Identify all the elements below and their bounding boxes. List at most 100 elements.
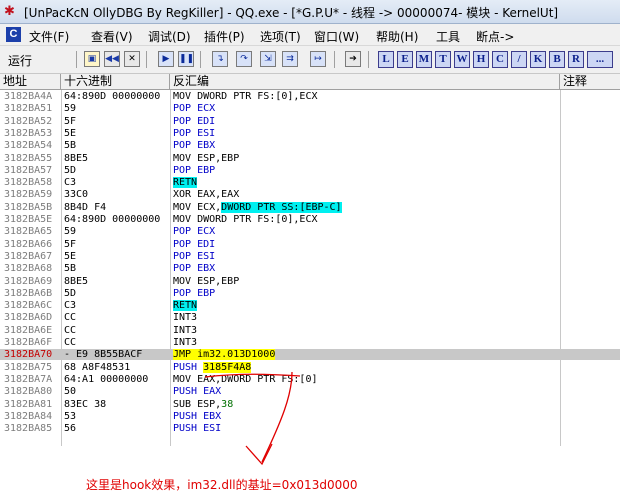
hex-cell: 68 A8F48531 xyxy=(64,361,131,373)
address-cell: 3182BA70 xyxy=(4,349,53,361)
table-row[interactable]: 3182BA68 5B POP EBX xyxy=(0,263,620,274)
menu-view[interactable]: 查看(V) xyxy=(91,28,133,45)
toolbar-separator xyxy=(146,51,147,68)
table-row[interactable]: 3182BA51 59 POP ECX xyxy=(0,103,620,114)
pause-icon[interactable]: ❚❚ xyxy=(178,51,194,67)
more-button[interactable]: ... xyxy=(587,51,613,68)
trace-over-icon[interactable]: ⇉ xyxy=(282,51,298,67)
execute-till-return-icon[interactable]: ↦ xyxy=(310,51,326,67)
table-row[interactable]: 3182BA66 5F POP EDI xyxy=(0,239,620,250)
address-cell: 3182BA53 xyxy=(4,127,53,139)
disasm-cell: POP EBX xyxy=(173,140,215,151)
table-row[interactable]: 3182BA84 53 PUSH EBX xyxy=(0,411,620,422)
menu-help[interactable]: 帮助(H) xyxy=(376,28,418,45)
memory-window-button[interactable]: M xyxy=(416,51,432,68)
address-cell: 3182BA54 xyxy=(4,140,53,152)
toolbar-separator xyxy=(368,51,369,68)
menu-debug[interactable]: 调试(D) xyxy=(148,28,191,45)
open-folder-icon[interactable]: ▣ xyxy=(84,51,100,67)
table-row[interactable]: 3182BA75 68 A8F48531 PUSH 3185F4A8 xyxy=(0,361,620,373)
table-row[interactable]: 3182BA6E CC INT3 xyxy=(0,325,620,336)
address-cell: 3182BA68 xyxy=(4,263,53,275)
table-row[interactable]: 3182BA7A 64:A1 00000000 MOV EAX,DWORD PTR … xyxy=(0,374,620,385)
hex-cell: 59 xyxy=(64,103,77,115)
handles-window-button[interactable]: H xyxy=(473,51,489,68)
hex-cell: 5F xyxy=(64,115,77,127)
hex-cell: 5E xyxy=(64,127,77,139)
table-row[interactable]: 3182BA6B 5D POP EBP xyxy=(0,288,620,299)
play-icon[interactable]: ▶ xyxy=(158,51,174,67)
table-row[interactable]: 3182BA65 59 POP ECX xyxy=(0,226,620,237)
goto-icon[interactable]: ➔ xyxy=(345,51,361,67)
disasm-segment: SUB ESP, xyxy=(173,398,222,410)
disasm-cell: RETN xyxy=(173,177,198,189)
disasm-segment: PUSH xyxy=(173,361,204,373)
table-row[interactable]: 3182BA57 5D POP EBP xyxy=(0,165,620,176)
address-cell: 3182BA4A xyxy=(4,91,53,102)
table-row[interactable]: 3182BA54 5B POP EBX xyxy=(0,140,620,151)
header-disasm[interactable]: 反汇编 xyxy=(170,74,560,89)
step-over-icon[interactable]: ↷ xyxy=(236,51,252,67)
address-cell: 3182BA81 xyxy=(4,398,53,410)
disasm-segment: MOV ECX, xyxy=(173,201,222,213)
header-address[interactable]: 地址 xyxy=(0,74,61,89)
patches-window-button[interactable]: / xyxy=(511,51,527,68)
windows-window-button[interactable]: W xyxy=(454,51,470,68)
table-row[interactable]: 3182BA67 5E POP ESI xyxy=(0,251,620,262)
table-row[interactable]: 3182BA69 8BE5 MOV ESP,EBP xyxy=(0,276,620,287)
table-row[interactable]: 3182BA58 C3 RETN xyxy=(0,177,620,189)
menu-file[interactable]: 文件(F) xyxy=(29,28,69,45)
disasm-segment: INT3 xyxy=(173,337,198,348)
disasm-segment: POP EDI xyxy=(173,115,216,127)
disasm-cell: PUSH 3185F4A8 xyxy=(173,361,252,373)
cpu-window-button[interactable]: C xyxy=(492,51,508,68)
disasm-segment: PUSH ESI xyxy=(173,423,222,435)
disasm-cell: POP EBP xyxy=(173,288,215,299)
disasm-segment: MOV DWORD PTR FS:[0],ECX xyxy=(173,214,318,225)
menu-options[interactable]: 选项(T) xyxy=(260,28,301,45)
disasm-cell: PUSH EBX xyxy=(173,411,221,422)
step-into-icon[interactable]: ↴ xyxy=(212,51,228,67)
menu-tools[interactable]: 工具 xyxy=(436,28,460,45)
selected-table-row[interactable]: 3182BA70 - E9 8B55BACF JMP im32.013D1000 xyxy=(0,349,620,361)
table-row[interactable]: 3182BA80 50 PUSH EAX xyxy=(0,386,620,397)
threads-window-button[interactable]: T xyxy=(435,51,451,68)
table-row[interactable]: 3182BA6F CC INT3 xyxy=(0,337,620,348)
table-row[interactable]: 3182BA52 5F POP EDI xyxy=(0,116,620,127)
menu-plugins[interactable]: 插件(P) xyxy=(204,28,245,45)
address-cell: 3182BA85 xyxy=(4,423,53,435)
table-row[interactable]: 3182BA5E 64:890D 00000000 MOV DWORD PTR FS… xyxy=(0,214,620,225)
table-row[interactable]: 3182BA6D CC INT3 xyxy=(0,312,620,323)
disasm-segment: RETN xyxy=(173,177,198,189)
references-window-button[interactable]: R xyxy=(568,51,584,68)
table-row[interactable]: 3182BA59 33C0 XOR EAX,EAX xyxy=(0,189,620,200)
breakpoints-window-button[interactable]: B xyxy=(549,51,565,68)
table-row[interactable]: 3182BA55 8BE5 MOV ESP,EBP xyxy=(0,153,620,164)
menu-window[interactable]: 窗口(W) xyxy=(314,28,359,45)
modules-window-button[interactable]: E xyxy=(397,51,413,68)
disasm-cell: MOV DWORD PTR FS:[0],ECX xyxy=(173,91,318,102)
log-window-button[interactable]: L xyxy=(378,51,394,68)
header-hex[interactable]: 十六进制 xyxy=(61,74,170,89)
table-row[interactable]: 3182BA85 56 PUSH ESI xyxy=(0,423,620,434)
hex-cell: 50 xyxy=(64,386,77,398)
table-row[interactable]: 3182BA6C C3 RETN xyxy=(0,300,620,312)
disassembly-pane[interactable]: 3182BA4A 64:890D 00000000 MOV DWORD PTR FS… xyxy=(0,90,620,446)
address-cell: 3182BA5E xyxy=(4,214,53,225)
header-comment[interactable]: 注释 xyxy=(560,74,620,89)
address-cell: 3182BA55 xyxy=(4,152,53,164)
table-row[interactable]: 3182BA4A 64:890D 00000000 MOV DWORD PTR FS… xyxy=(0,91,620,102)
menu-breakpoints[interactable]: 断点-> xyxy=(476,28,514,45)
disasm-cell: POP ESI xyxy=(173,128,215,139)
close-icon[interactable]: ✕ xyxy=(124,51,140,67)
table-row[interactable]: 3182BA5B 8B4D F4 MOV ECX,DWORD PTR SS:[EBP… xyxy=(0,201,620,213)
column-headers: 地址 十六进制 反汇编 注释 xyxy=(0,74,620,90)
address-cell: 3182BA51 xyxy=(4,103,53,115)
table-row[interactable]: 3182BA53 5E POP ESI xyxy=(0,128,620,139)
disasm-cell: SUB ESP,38 xyxy=(173,399,233,410)
table-row[interactable]: 3182BA81 83EC 38 SUB ESP,38 xyxy=(0,399,620,410)
trace-into-icon[interactable]: ⇲ xyxy=(260,51,276,67)
restart-icon[interactable]: ◀◀ xyxy=(104,51,120,67)
call-stack-window-button[interactable]: K xyxy=(530,51,546,68)
disasm-segment: XOR EAX,EAX xyxy=(173,189,240,201)
